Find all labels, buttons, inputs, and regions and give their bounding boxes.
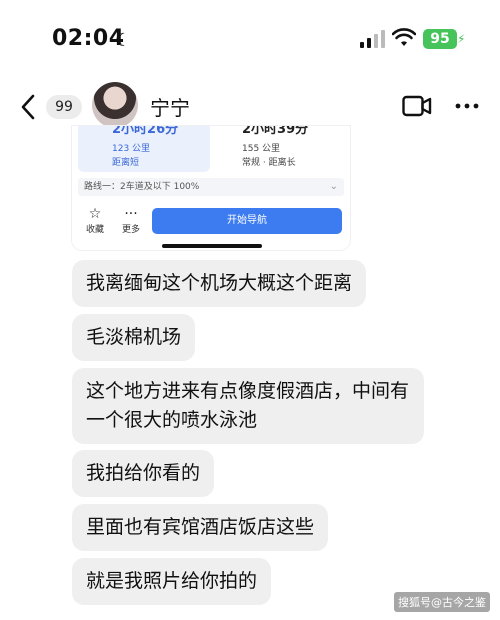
route-2-duration: 2小时39分 [242,126,309,137]
status-bar: 02:04 ☾ 95 ⚡ [0,0,500,80]
route-note: 路线一：2车道及以下 100% ⌄ [78,178,344,196]
watermark: 搜狐号@古今之鉴 [394,592,490,612]
message-bubble[interactable]: 就是我照片给你拍的 [72,558,272,605]
message-bubble[interactable]: 这个地方进来有点像度假酒店，中间有一个很大的喷水泳池 [72,368,424,444]
route-1-tag: 距离短 [112,158,140,168]
message-bubble[interactable]: 我离缅甸这个机场大概这个距离 [72,260,367,307]
route-1-duration: 2小时26分 [112,126,179,137]
wifi-icon [392,28,416,46]
more-label: 更多 [121,225,140,235]
message-bubble[interactable]: 里面也有宾馆酒店饭店这些 [72,504,329,551]
charging-icon: ⚡ [457,32,466,46]
message-bubble[interactable]: 我拍给你看的 [72,450,215,497]
back-icon[interactable] [18,92,40,122]
signal-icon [360,30,386,48]
start-navigation-button: 开始导航 [152,208,342,234]
contact-name[interactable]: 宁宁 [150,92,190,121]
status-time: 02:04 [52,26,125,51]
more-options-icon[interactable] [454,95,480,117]
route-option-1: 2小时26分 123 公里 距离短 [78,126,210,172]
dots-icon: ··· [124,206,138,222]
star-icon: ☆ [88,206,102,222]
message-bubble[interactable]: 毛淡棉机场 [72,314,196,361]
collect-action: ☆ 收藏 [80,206,110,235]
unread-count-badge[interactable]: 99 [46,95,82,119]
video-call-icon[interactable] [402,95,432,117]
route-note-text: 路线一：2车道及以下 100% [84,182,200,192]
map-route-card[interactable]: 2小时26分 123 公里 距离短 2小时39分 155 公里 常规 · 距离长… [72,126,350,250]
home-indicator [162,244,262,248]
route-option-2: 2小时39分 155 公里 常规 · 距离长 [222,126,342,172]
route-2-tag: 常规 · 距离长 [242,158,296,168]
chevron-down-icon: ⌄ [329,181,338,192]
more-action: ··· 更多 [116,206,146,235]
route-2-distance: 155 公里 [242,144,281,154]
route-1-distance: 123 公里 [112,144,151,154]
collect-label: 收藏 [85,225,104,235]
avatar[interactable] [92,82,138,128]
moon-icon: ☾ [115,30,132,51]
battery-level: 95 [423,29,457,49]
